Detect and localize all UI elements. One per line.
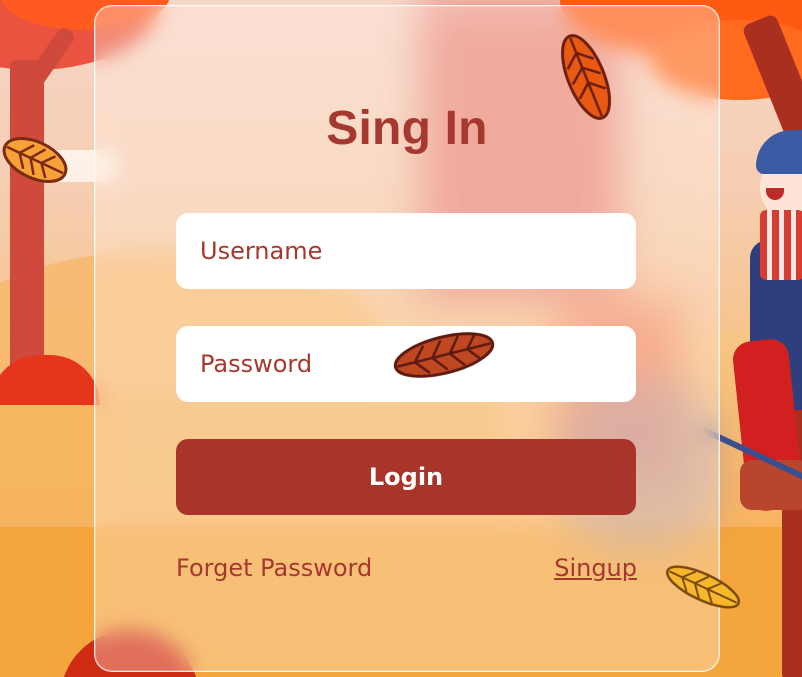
scarf <box>760 210 802 280</box>
username-input[interactable] <box>176 213 636 289</box>
login-button[interactable]: Login <box>176 439 636 515</box>
hat <box>756 130 802 174</box>
signin-card: Sing In Login Forget Password Singup <box>94 5 720 672</box>
signup-link[interactable]: Singup <box>554 554 637 582</box>
page-title: Sing In <box>326 102 488 155</box>
tree-trunk <box>10 60 44 390</box>
forgot-password-link[interactable]: Forget Password <box>176 554 372 582</box>
